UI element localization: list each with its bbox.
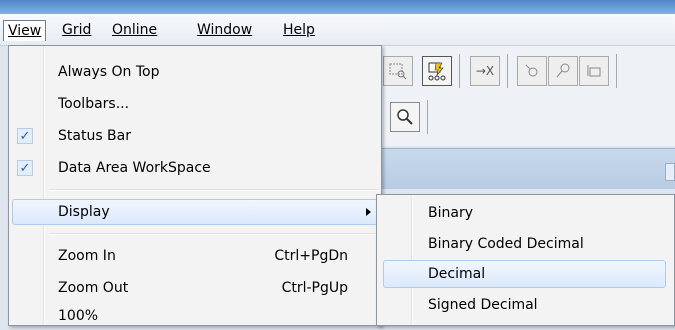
menu-view[interactable]: View	[3, 20, 47, 41]
menu-window[interactable]: Window	[197, 21, 252, 39]
submenu-item-decimal[interactable]: Decimal	[377, 259, 674, 289]
probe-icon[interactable]	[517, 56, 547, 86]
submenu-arrow-icon	[366, 208, 371, 216]
menu-item-toolbars[interactable]: Toolbars...	[9, 90, 381, 118]
online-monitor-icon[interactable]	[422, 56, 452, 86]
menu-help[interactable]: Help	[283, 21, 315, 39]
toolbar-separator	[459, 54, 460, 88]
probe-add-icon[interactable]	[548, 56, 578, 86]
submenu-item-binary[interactable]: Binary	[377, 198, 674, 228]
magnifier-icon[interactable]	[390, 102, 420, 132]
toolbar-separator	[507, 54, 508, 88]
menu-item-status-bar[interactable]: ✓ Status Bar	[9, 122, 381, 150]
force-x-icon[interactable]: →X	[470, 56, 500, 86]
menu-item-zoom-in[interactable]: Zoom In Ctrl+PgDn	[9, 242, 381, 270]
menu-separator	[49, 233, 379, 235]
toolbar-separator	[427, 100, 428, 134]
display-submenu: Binary Binary Coded Decimal Decimal Sign…	[376, 194, 675, 326]
window-title-bar	[0, 0, 675, 14]
toolbar-separator	[616, 54, 617, 88]
submenu-item-bcd[interactable]: Binary Coded Decimal	[377, 229, 674, 259]
menu-item-always-on-top[interactable]: Always On Top	[9, 58, 381, 86]
zoom-region-icon[interactable]	[383, 56, 413, 86]
data-area-header	[380, 148, 675, 189]
menu-separator	[49, 189, 379, 191]
menu-item-zoom-out[interactable]: Zoom Out Ctrl-PgUp	[9, 274, 381, 302]
menu-item-data-area-workspace[interactable]: ✓ Data Area WorkSpace	[9, 154, 381, 182]
checkmark-icon: ✓	[17, 160, 33, 176]
checkmark-icon: ✓	[17, 128, 33, 144]
view-menu: Always On Top Toolbars... ✓ Status Bar ✓…	[8, 45, 382, 326]
probe-grid-icon[interactable]	[579, 56, 609, 86]
highlight-bg	[383, 260, 666, 288]
menu-online[interactable]: Online	[112, 21, 157, 39]
submenu-item-signed-decimal[interactable]: Signed Decimal	[377, 290, 674, 320]
menu-item-display[interactable]: Display	[9, 198, 381, 226]
menu-bar: View Grid Online Window Help	[0, 14, 675, 46]
menu-grid[interactable]: Grid	[62, 21, 91, 39]
pane-tab[interactable]	[665, 163, 675, 181]
